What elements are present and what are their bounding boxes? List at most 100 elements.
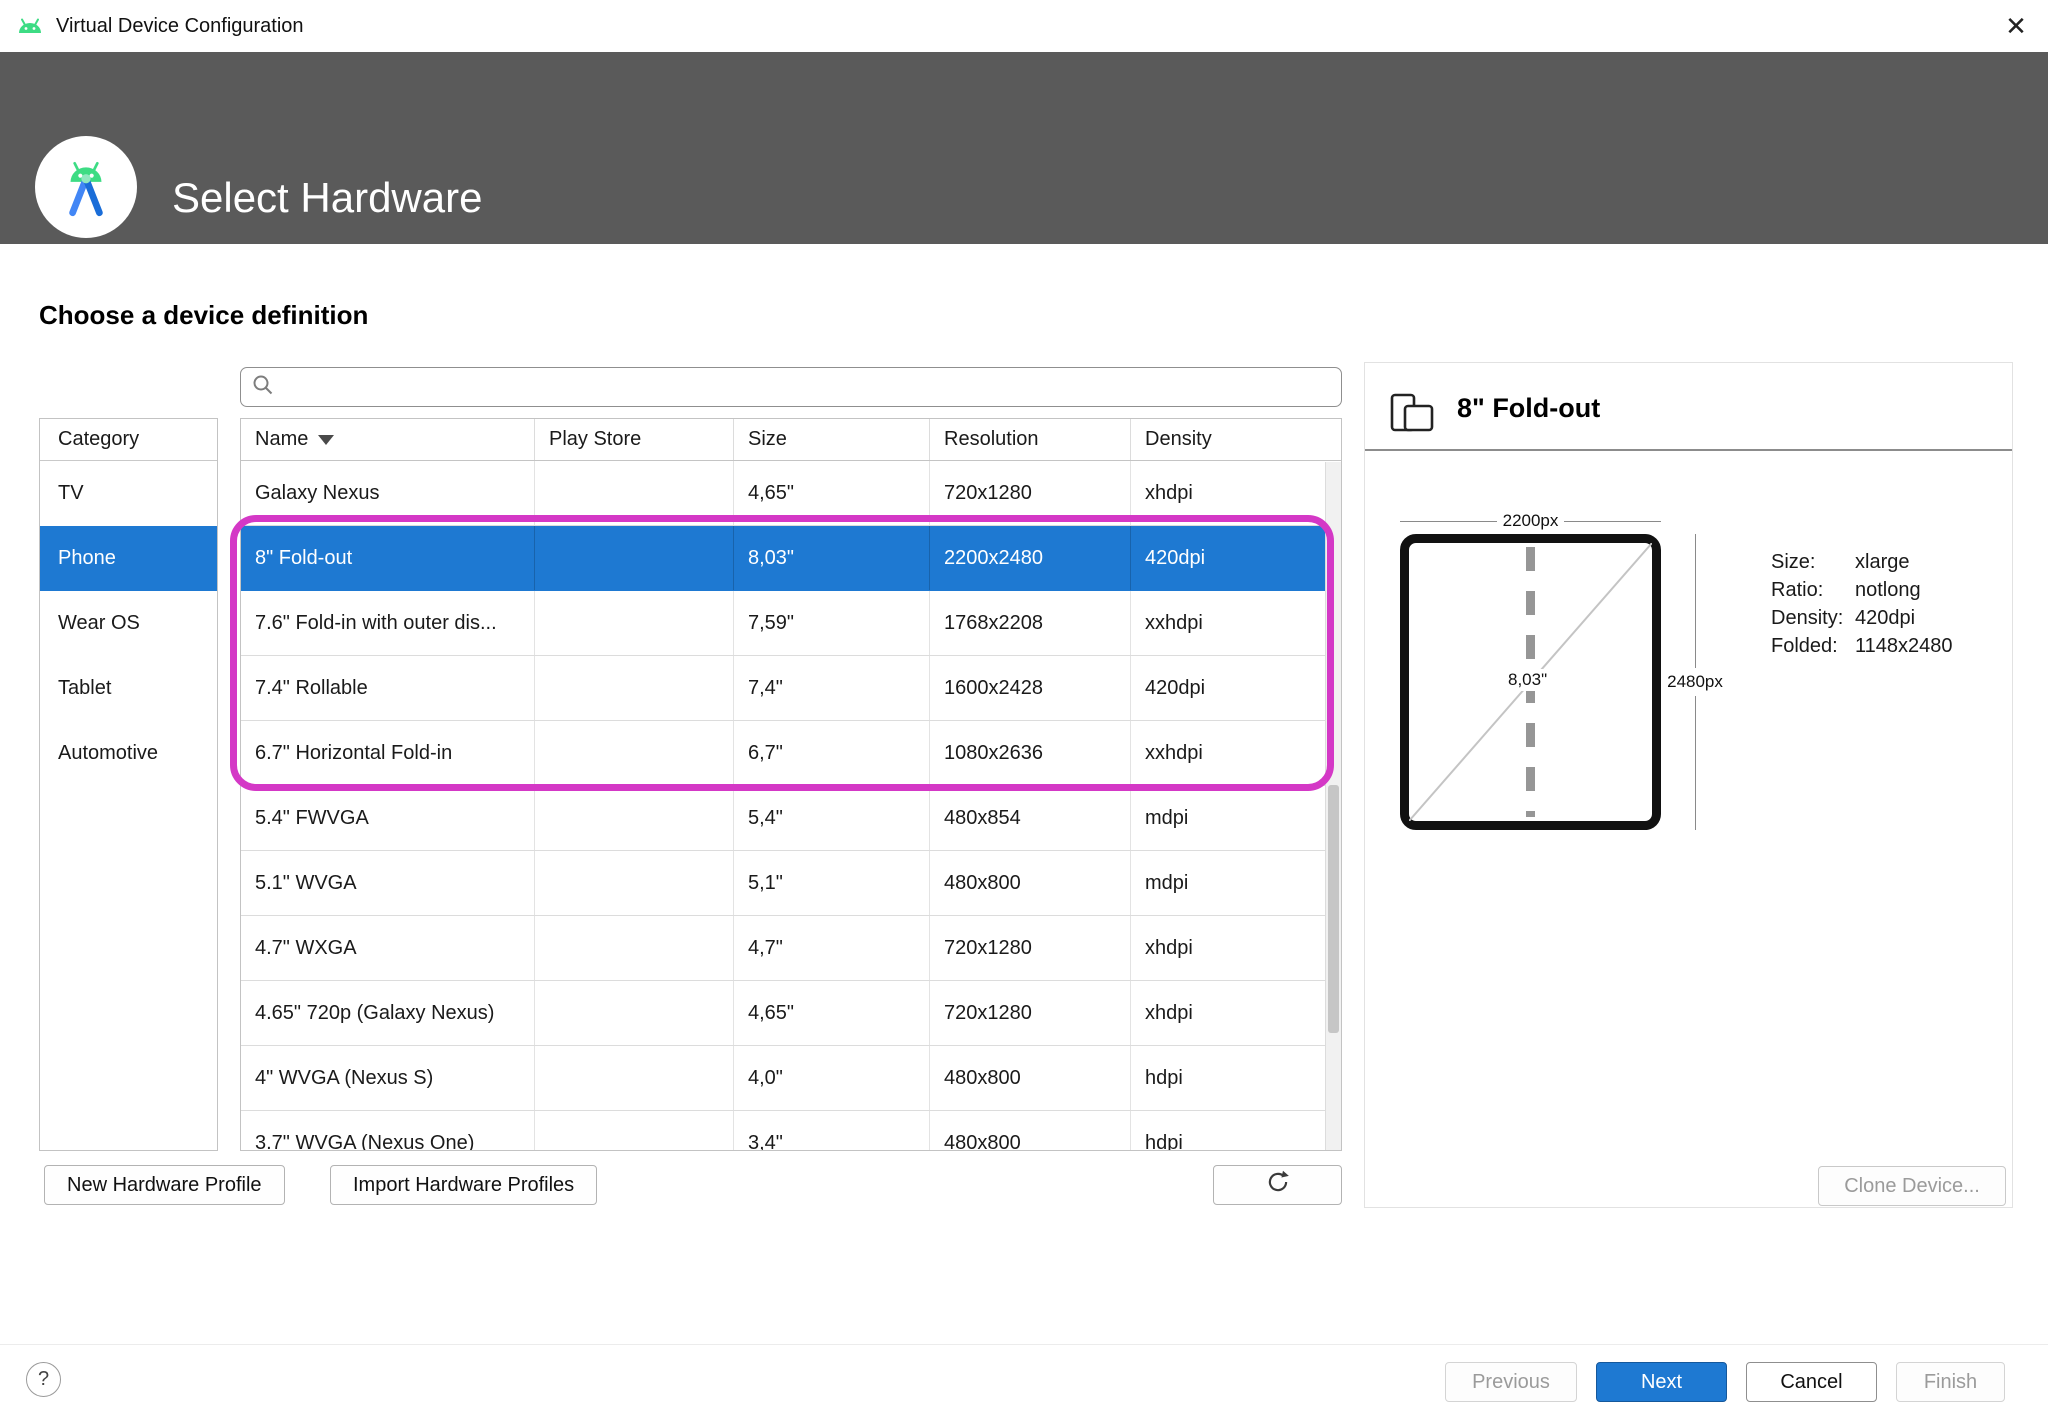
column-header-playstore[interactable]: Play Store bbox=[535, 419, 734, 460]
new-hardware-profile-button[interactable]: New Hardware Profile bbox=[44, 1165, 285, 1205]
category-item-label: TV bbox=[58, 482, 84, 505]
cell-playstore bbox=[535, 786, 734, 850]
spec-label: Density: bbox=[1771, 604, 1855, 632]
cell-size: 3,4" bbox=[734, 1111, 930, 1151]
cell-resolution: 480x800 bbox=[930, 1111, 1131, 1151]
category-item-tablet[interactable]: Tablet bbox=[40, 656, 217, 721]
category-item-phone[interactable]: Phone bbox=[40, 526, 217, 591]
cell-playstore bbox=[535, 851, 734, 915]
cell-resolution: 480x854 bbox=[930, 786, 1131, 850]
category-item-automotive[interactable]: Automotive bbox=[40, 721, 217, 786]
footer-divider bbox=[0, 1344, 2048, 1345]
close-button[interactable]: ✕ bbox=[1984, 0, 2048, 52]
cell-playstore bbox=[535, 721, 734, 785]
cell-name: 7.4" Rollable bbox=[241, 656, 535, 720]
spec-label: Size: bbox=[1771, 548, 1855, 576]
spec-value: 420dpi bbox=[1855, 604, 1953, 632]
sort-desc-icon bbox=[318, 435, 334, 445]
device-specs: Size: xlarge Ratio: notlong Density: 420… bbox=[1771, 548, 1953, 660]
spec-row: Ratio: notlong bbox=[1771, 576, 1953, 604]
import-hardware-profiles-button[interactable]: Import Hardware Profiles bbox=[330, 1165, 597, 1205]
cell-playstore bbox=[535, 916, 734, 980]
device-row[interactable]: 5.1" WVGA 5,1" 480x800 mdpi bbox=[241, 851, 1341, 916]
device-row[interactable]: 4.65" 720p (Galaxy Nexus) 4,65" 720x1280… bbox=[241, 981, 1341, 1046]
device-row[interactable]: 4" WVGA (Nexus S) 4,0" 480x800 hdpi bbox=[241, 1046, 1341, 1111]
cell-resolution: 1600x2428 bbox=[930, 656, 1131, 720]
height-label: 2480px bbox=[1667, 668, 1723, 696]
clone-device-button[interactable]: Clone Device... bbox=[1818, 1166, 2006, 1206]
table-header: Name Play Store Size Resolution Density bbox=[241, 419, 1341, 461]
refresh-button[interactable] bbox=[1213, 1165, 1342, 1205]
search-input[interactable] bbox=[283, 368, 1331, 406]
spec-row: Density: 420dpi bbox=[1771, 604, 1953, 632]
cell-size: 5,1" bbox=[734, 851, 930, 915]
category-header: Category bbox=[40, 419, 217, 461]
next-button[interactable]: Next bbox=[1596, 1362, 1727, 1402]
cell-size: 6,7" bbox=[734, 721, 930, 785]
android-studio-logo bbox=[35, 136, 137, 238]
cell-size: 4,65" bbox=[734, 461, 930, 525]
column-header-name[interactable]: Name bbox=[241, 419, 535, 460]
window-title: Virtual Device Configuration bbox=[56, 15, 304, 38]
spec-value: xlarge bbox=[1855, 548, 1953, 576]
device-row[interactable]: 5.4" FWVGA 5,4" 480x854 mdpi bbox=[241, 786, 1341, 851]
cell-size: 4,7" bbox=[734, 916, 930, 980]
refresh-icon bbox=[1265, 1169, 1291, 1201]
cell-size: 5,4" bbox=[734, 786, 930, 850]
cell-resolution: 1768x2208 bbox=[930, 591, 1131, 655]
cell-name: 5.1" WVGA bbox=[241, 851, 535, 915]
cell-name: 5.4" FWVGA bbox=[241, 786, 535, 850]
spec-row: Folded: 1148x2480 bbox=[1771, 632, 1953, 660]
section-heading: Choose a device definition bbox=[39, 300, 368, 331]
category-item-label: Tablet bbox=[58, 677, 111, 700]
device-width-dimension: 2200px bbox=[1400, 511, 1661, 531]
cell-density: xxhdpi bbox=[1131, 591, 1311, 655]
scrollbar-thumb[interactable] bbox=[1328, 785, 1339, 1033]
column-header-size[interactable]: Size bbox=[734, 419, 930, 460]
device-table-body: Galaxy Nexus 4,65" 720x1280 xhdpi 8" Fol… bbox=[241, 461, 1341, 1151]
device-row[interactable]: 6.7" Horizontal Fold-in 6,7" 1080x2636 x… bbox=[241, 721, 1341, 786]
devices-icon bbox=[1389, 391, 1435, 438]
finish-button[interactable]: Finish bbox=[1896, 1362, 2005, 1402]
device-row[interactable]: 8" Fold-out 8,03" 2200x2480 420dpi bbox=[241, 526, 1341, 591]
category-item-tv[interactable]: TV bbox=[40, 461, 217, 526]
category-item-wear-os[interactable]: Wear OS bbox=[40, 591, 217, 656]
page-title: Select Hardware bbox=[172, 174, 482, 222]
category-panel: Category TV Phone Wear OS Tablet Automot… bbox=[39, 418, 218, 1151]
spec-label: Ratio: bbox=[1771, 576, 1855, 604]
cell-density: mdpi bbox=[1131, 786, 1311, 850]
detail-device-title: 8" Fold-out bbox=[1457, 393, 1600, 424]
cell-playstore bbox=[535, 461, 734, 525]
cell-resolution: 480x800 bbox=[930, 1046, 1131, 1110]
cell-resolution: 720x1280 bbox=[930, 916, 1131, 980]
cell-density: xhdpi bbox=[1131, 916, 1311, 980]
help-button[interactable]: ? bbox=[26, 1362, 61, 1397]
device-row[interactable]: 3.7" WVGA (Nexus One) 3,4" 480x800 hdpi bbox=[241, 1111, 1341, 1151]
device-row[interactable]: 7.6" Fold-in with outer dis... 7,59" 176… bbox=[241, 591, 1341, 656]
category-item-label: Phone bbox=[58, 547, 116, 570]
cell-density: 420dpi bbox=[1131, 656, 1311, 720]
cell-density: mdpi bbox=[1131, 851, 1311, 915]
table-scrollbar[interactable] bbox=[1325, 462, 1341, 1150]
previous-button[interactable]: Previous bbox=[1445, 1362, 1577, 1402]
device-row[interactable]: Galaxy Nexus 4,65" 720x1280 xhdpi bbox=[241, 461, 1341, 526]
cell-resolution: 1080x2636 bbox=[930, 721, 1131, 785]
cell-resolution: 720x1280 bbox=[930, 461, 1131, 525]
device-row[interactable]: 7.4" Rollable 7,4" 1600x2428 420dpi bbox=[241, 656, 1341, 721]
device-row[interactable]: 4.7" WXGA 4,7" 720x1280 xhdpi bbox=[241, 916, 1341, 981]
cell-playstore bbox=[535, 591, 734, 655]
cell-size: 4,0" bbox=[734, 1046, 930, 1110]
spec-value: 1148x2480 bbox=[1855, 632, 1953, 660]
cell-name: 4" WVGA (Nexus S) bbox=[241, 1046, 535, 1110]
category-item-label: Automotive bbox=[58, 742, 158, 765]
cell-resolution: 720x1280 bbox=[930, 981, 1131, 1045]
column-header-resolution[interactable]: Resolution bbox=[930, 419, 1131, 460]
column-header-density[interactable]: Density bbox=[1131, 419, 1311, 460]
cell-playstore bbox=[535, 526, 734, 590]
cancel-button[interactable]: Cancel bbox=[1746, 1362, 1877, 1402]
spec-value: notlong bbox=[1855, 576, 1953, 604]
device-table: Name Play Store Size Resolution Density … bbox=[240, 418, 1342, 1151]
cell-name: 4.7" WXGA bbox=[241, 916, 535, 980]
cell-playstore bbox=[535, 1046, 734, 1110]
cell-size: 4,65" bbox=[734, 981, 930, 1045]
